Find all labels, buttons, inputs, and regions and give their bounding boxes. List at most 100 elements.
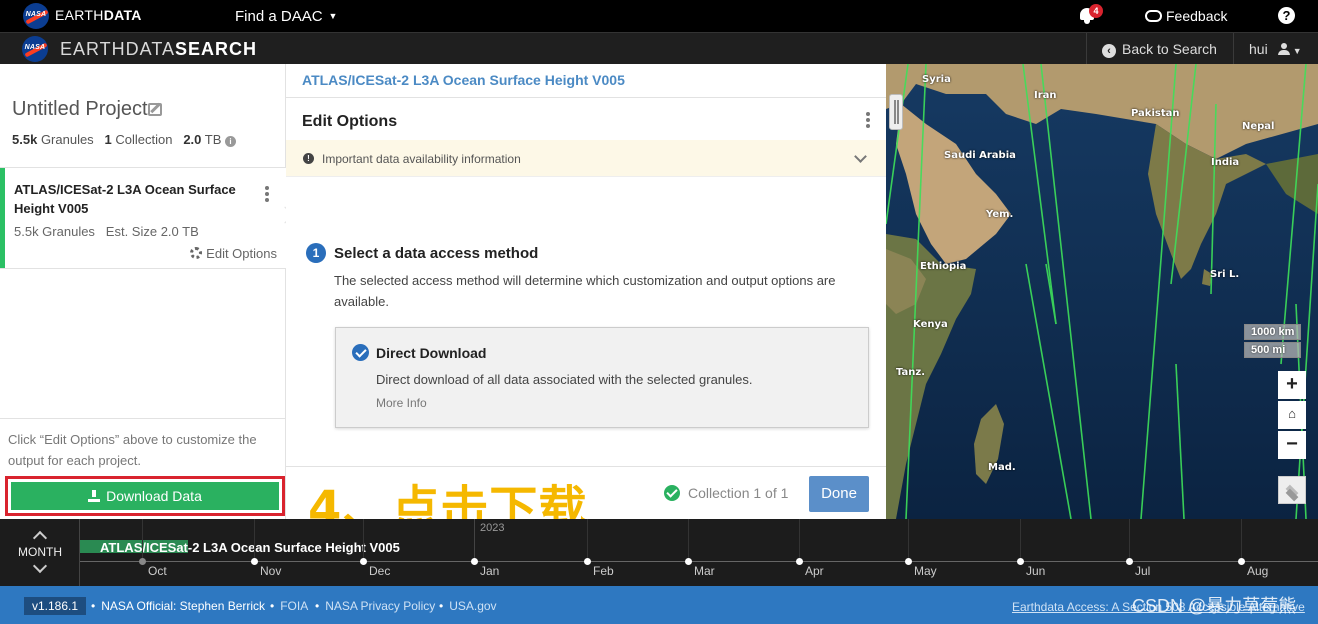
map-label: Kenya — [913, 319, 948, 330]
timeline-track[interactable]: 2023 ATLAS/ICESat-2 L3A Ocean Surface He… — [80, 519, 1318, 586]
chevron-up-icon[interactable] — [32, 530, 48, 546]
data-availability-notice[interactable]: ! Important data availability informatio… — [286, 140, 886, 177]
arrow-left-circle-icon: ‹ — [1102, 44, 1116, 58]
timeline-point — [251, 558, 258, 565]
divider — [286, 97, 886, 98]
more-options-icon[interactable] — [265, 186, 269, 204]
download-data-button[interactable]: Download Data — [11, 482, 279, 510]
timeline: MONTH 2023 ATLAS/ICESat-2 L3A Ocean Surf… — [0, 519, 1318, 586]
map-label: Iran — [1034, 90, 1057, 101]
done-button[interactable]: Done — [809, 476, 869, 512]
nasa-logo[interactable]: NASA — [23, 3, 49, 29]
tick-line — [142, 519, 143, 561]
chevron-down-icon[interactable] — [854, 150, 867, 163]
edit-options-link[interactable]: Edit Options — [190, 246, 277, 261]
find-daac-menu[interactable]: Find a DAAC ▼ — [235, 8, 337, 25]
project-title[interactable]: Untitled Project — [12, 98, 148, 121]
earthdata-search-brand[interactable]: EARTHDATASEARCH — [60, 39, 257, 60]
timeline-year: 2023 — [480, 522, 505, 534]
timeline-point — [584, 558, 591, 565]
edit-pencil-icon[interactable] — [148, 103, 162, 116]
timeline-point — [1238, 558, 1245, 565]
panel-heading: Edit Options — [302, 113, 398, 130]
chevron-down-icon[interactable] — [32, 558, 48, 574]
divider — [1086, 33, 1087, 65]
month-label: Mar — [694, 564, 715, 578]
step-number: 1 — [306, 243, 326, 263]
feedback-link[interactable]: Feedback — [1145, 8, 1227, 24]
earthdata-brand[interactable]: EARTHDATA — [55, 7, 142, 23]
map-label: India — [1211, 157, 1240, 168]
panel-footer: 4、点击下载 Collection 1 of 1 Done — [286, 466, 886, 537]
check-circle-icon — [352, 344, 369, 361]
download-icon — [88, 490, 101, 502]
panel-resize-handle[interactable] — [889, 94, 903, 130]
map-label: Pakistan — [1131, 108, 1180, 119]
tick-line — [908, 519, 909, 561]
info-icon[interactable]: i — [225, 136, 237, 147]
map-imagery — [886, 64, 1318, 519]
privacy-link[interactable]: NASA Privacy Policy — [315, 599, 435, 613]
divider — [1233, 33, 1234, 65]
home-button[interactable]: ⌂ — [1278, 401, 1306, 429]
tick-line — [587, 519, 588, 561]
customize-hint: Click “Edit Options” above to customize … — [0, 418, 286, 471]
help-icon[interactable]: ? — [1278, 7, 1295, 24]
timeline-point — [796, 558, 803, 565]
tick-line — [1129, 519, 1130, 561]
scale-km: 1000 km — [1244, 324, 1302, 340]
month-label: Jun — [1026, 564, 1046, 578]
timeline-point — [1017, 558, 1024, 565]
timeline-point — [905, 558, 912, 565]
edit-options-panel: ATLAS/ICESat-2 L3A Ocean Surface Height … — [286, 64, 886, 537]
gear-icon — [190, 247, 203, 259]
zoom-in-button[interactable]: + — [1278, 371, 1306, 399]
access-method-direct-download[interactable]: Direct Download Direct download of all d… — [335, 327, 869, 428]
method-name: Direct Download — [376, 345, 487, 361]
caret-down-icon: ▼ — [328, 11, 338, 21]
check-circle-icon — [664, 485, 680, 501]
map-label: Tanz. — [896, 367, 926, 378]
caret-down-icon: ▼ — [1292, 46, 1302, 56]
site-footer: v1.186.1 NASA Official: Stephen Berrick … — [0, 586, 1318, 624]
month-label: Oct — [148, 564, 167, 578]
panel-collection-title[interactable]: ATLAS/ICESat-2 L3A Ocean Surface Height … — [302, 72, 625, 88]
map-label: Syria — [922, 74, 951, 85]
more-info-link[interactable]: More Info — [376, 396, 427, 410]
nasa-official: NASA Official: Stephen Berrick — [91, 599, 265, 613]
tick-line — [1241, 519, 1242, 561]
version-badge: v1.186.1 — [24, 597, 87, 615]
month-label: Feb — [593, 564, 614, 578]
watermark: CSDN @暴力草莓熊 — [1132, 596, 1297, 616]
month-label: Jan — [480, 564, 500, 578]
collection-name: ATLAS/ICESat-2 L3A Ocean Surface Height … — [14, 182, 236, 216]
map-label: Nepal — [1242, 121, 1275, 132]
earthdata-search-bar: NASA EARTHDATASEARCH ‹ Back to Search hui… — [0, 32, 1318, 65]
month-label: Aug — [1247, 564, 1269, 578]
notification-badge: 4 — [1089, 4, 1103, 18]
timeline-zoom-level: MONTH — [18, 545, 62, 559]
usagov-link[interactable]: USA.gov — [439, 599, 496, 613]
month-label: Apr — [805, 564, 824, 578]
zoom-out-button[interactable]: − — [1278, 431, 1306, 459]
timeline-point — [1126, 558, 1133, 565]
step-description: The selected access method will determin… — [334, 273, 836, 309]
tick-line — [688, 519, 689, 561]
map-label: Ethiopia — [920, 261, 967, 272]
collection-progress: Collection 1 of 1 — [664, 485, 788, 501]
top-bar: NASA EARTHDATA Find a DAAC ▼ 4 Feedback ? — [0, 0, 1318, 32]
nasa-logo-small[interactable]: NASA — [22, 36, 48, 62]
project-collection-card[interactable]: ATLAS/ICESat-2 L3A Ocean Surface Height … — [0, 167, 286, 269]
tick-line — [799, 519, 800, 561]
foia-link[interactable]: FOIA — [270, 599, 308, 613]
back-to-search-button[interactable]: ‹ Back to Search — [1102, 41, 1217, 58]
map-view[interactable]: Syria Iran Pakistan Nepal Saudi Arabia I… — [886, 64, 1318, 519]
timeline-point — [139, 558, 146, 565]
more-options-icon[interactable] — [866, 112, 870, 130]
user-menu[interactable]: hui ▼ — [1249, 41, 1302, 57]
map-label: Yem. — [986, 209, 1014, 220]
tick-line — [363, 519, 364, 561]
month-label: Dec — [369, 564, 391, 578]
project-panel: Untitled Project 5.5k Granules 1 Collect… — [0, 64, 294, 519]
layers-icon[interactable] — [1278, 476, 1306, 504]
